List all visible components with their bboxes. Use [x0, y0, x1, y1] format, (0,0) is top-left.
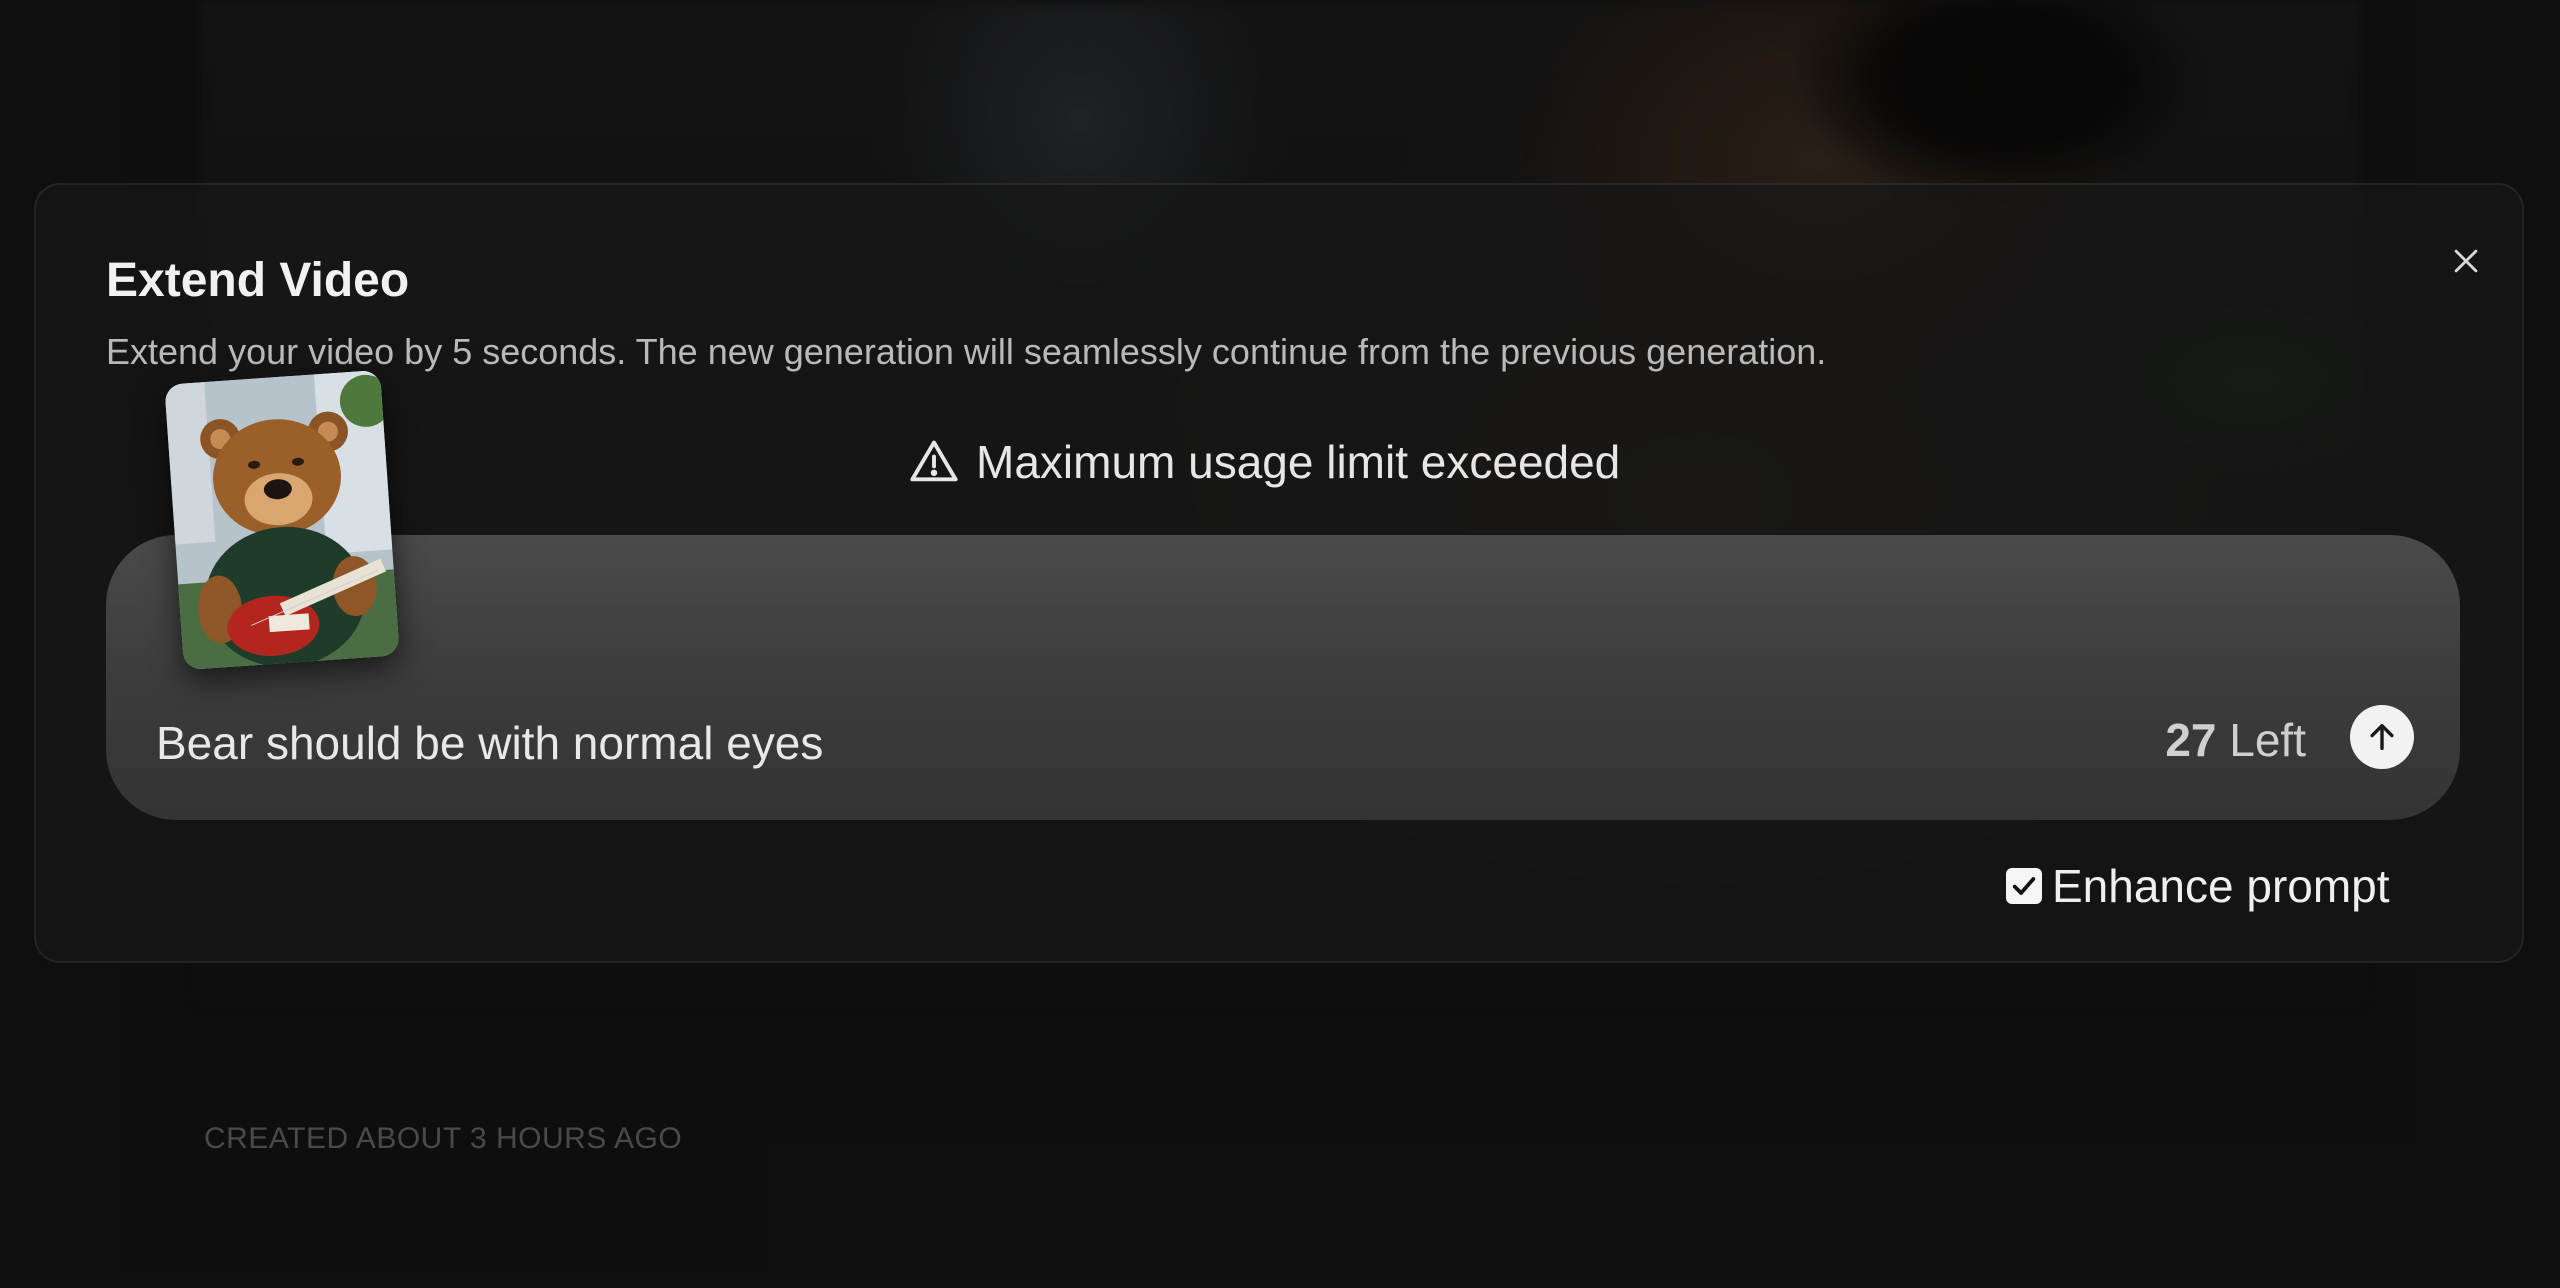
enhance-prompt-label: Enhance prompt — [2052, 860, 2390, 912]
usage-limit-warning: Maximum usage limit exceeded — [908, 435, 1620, 489]
remaining-generations: 27 Left — [2165, 713, 2306, 767]
prompt-container: 27 Left — [106, 535, 2460, 820]
enhance-prompt-checkbox[interactable] — [2006, 868, 2042, 904]
warning-text: Maximum usage limit exceeded — [976, 436, 1621, 488]
prompt-input[interactable] — [154, 715, 1958, 771]
submit-button[interactable] — [2350, 705, 2414, 769]
video-thumbnail[interactable] — [164, 369, 400, 671]
app-stage: CREATED ABOUT 3 HOURS AGO Extend Video E… — [0, 0, 2560, 1288]
arrow-up-icon — [2370, 723, 2394, 751]
remaining-suffix: Left — [2216, 714, 2306, 766]
extend-video-modal: Extend Video Extend your video by 5 seco… — [34, 183, 2524, 963]
modal-title: Extend Video — [106, 254, 410, 307]
bear-guitar-thumbnail-image — [164, 369, 400, 671]
remaining-count: 27 — [2165, 714, 2217, 766]
enhance-prompt-toggle[interactable]: Enhance prompt — [2006, 859, 2390, 913]
warning-triangle-icon — [910, 440, 958, 482]
created-timestamp: CREATED ABOUT 3 HOURS AGO — [204, 1122, 683, 1155]
modal-description: Extend your video by 5 seconds. The new … — [106, 331, 1827, 372]
checkmark-icon — [2012, 877, 2036, 895]
close-icon — [2454, 249, 2478, 273]
close-button[interactable] — [2436, 231, 2496, 291]
